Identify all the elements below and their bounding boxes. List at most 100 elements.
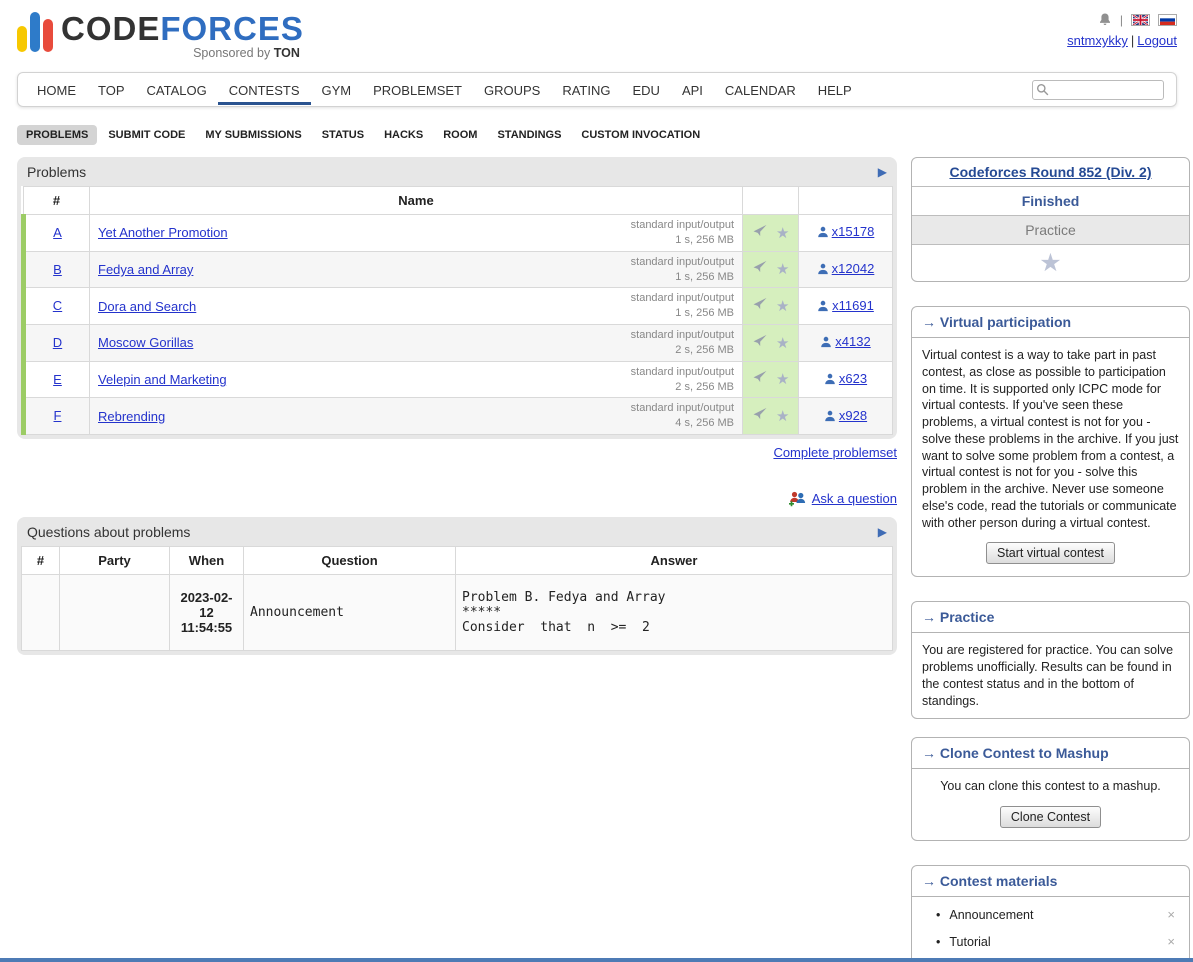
problem-name-link[interactable]: Dora and Search (98, 299, 196, 314)
practice-text: You are registered for practice. You can… (912, 633, 1189, 718)
problem-letter-link[interactable]: E (53, 372, 62, 387)
nav-item-catalog[interactable]: CATALOG (136, 74, 218, 105)
favorite-star-icon[interactable]: ★ (776, 335, 789, 352)
send-flag-icon[interactable] (752, 260, 768, 278)
notifications-bell-icon[interactable] (1098, 12, 1112, 27)
tab-custom-invocation[interactable]: CUSTOM INVOCATION (572, 125, 709, 145)
contest-title-link[interactable]: Codeforces Round 852 (Div. 2) (949, 164, 1151, 180)
problem-letter-link[interactable]: D (53, 335, 62, 350)
solved-user-icon (817, 263, 829, 278)
solved-count-link[interactable]: x12042 (832, 261, 875, 276)
nav-item-rating[interactable]: RATING (551, 74, 621, 105)
favorite-star-icon[interactable]: ★ (776, 225, 789, 242)
sidebar: Codeforces Round 852 (Div. 2) Finished P… (911, 157, 1190, 962)
tab-hacks[interactable]: HACKS (375, 125, 432, 145)
practice-box: → Practice You are registered for practi… (911, 601, 1190, 719)
problem-name-link[interactable]: Yet Another Promotion (98, 225, 228, 240)
send-flag-icon[interactable] (752, 297, 768, 315)
question-row: 2023-02-12 11:54:55 Announcement Problem… (22, 575, 893, 651)
nav-item-calendar[interactable]: CALENDAR (714, 74, 807, 105)
question-party-cell (60, 575, 170, 651)
problem-letter-link[interactable]: C (53, 298, 62, 313)
question-when-cell: 2023-02-12 11:54:55 (170, 575, 244, 651)
nav-item-gym[interactable]: GYM (311, 74, 363, 105)
favorite-star-icon[interactable]: ★ (776, 408, 789, 425)
expand-arrow-icon[interactable]: ▶ (878, 166, 887, 178)
logo-bars-icon (17, 10, 53, 52)
nav-item-help[interactable]: HELP (807, 74, 863, 105)
clone-contest-button[interactable]: Clone Contest (1000, 806, 1101, 828)
problem-name-link[interactable]: Rebrending (98, 409, 165, 424)
logo-text: CODEFORCES Sponsored by TON (61, 10, 304, 60)
questions-title: Questions about problems (27, 524, 190, 540)
complete-problemset-link[interactable]: Complete problemset (773, 445, 897, 460)
problem-letter-link[interactable]: B (53, 262, 62, 277)
search-input[interactable] (1032, 80, 1164, 100)
logout-link[interactable]: Logout (1137, 33, 1177, 48)
nav-item-api[interactable]: API (671, 74, 714, 105)
col-when: When (170, 547, 244, 575)
problem-name-link[interactable]: Velepin and Marketing (98, 372, 227, 387)
close-icon[interactable]: × (1167, 907, 1177, 922)
ask-question-row: Ask a question (17, 490, 897, 507)
logo-bar-blue (30, 12, 40, 52)
expand-arrow-icon[interactable]: ▶ (878, 526, 887, 538)
codeforces-logo[interactable]: CODEFORCES Sponsored by TON (17, 10, 304, 60)
sponsor-brand: TON (274, 46, 300, 60)
ask-question-icon (788, 490, 807, 507)
nav-item-contests[interactable]: CONTESTS (218, 74, 311, 105)
nav-item-top[interactable]: TOP (87, 74, 136, 105)
favorite-star-icon[interactable]: ★ (776, 371, 789, 388)
english-flag-icon[interactable] (1131, 14, 1150, 26)
username-link[interactable]: sntmxykky (1067, 33, 1128, 48)
favorite-star-icon[interactable]: ★ (776, 261, 789, 278)
solved-count-link[interactable]: x623 (839, 371, 867, 386)
problem-constraints: standard input/output2 s, 256 MB (631, 328, 734, 358)
ask-question-link[interactable]: Ask a question (812, 491, 897, 506)
close-icon[interactable]: × (1167, 934, 1177, 949)
material-announcement-link[interactable]: Announcement (949, 908, 1033, 922)
send-flag-icon[interactable] (752, 334, 768, 352)
tab-problems[interactable]: PROBLEMS (17, 125, 97, 145)
problem-constraints: standard input/output1 s, 256 MB (631, 291, 734, 321)
contest-title-row: Codeforces Round 852 (Div. 2) (912, 158, 1189, 187)
virtual-participation-caption: → Virtual participation (912, 307, 1189, 338)
solved-count-link[interactable]: x11691 (832, 298, 874, 313)
solved-user-icon (824, 373, 836, 388)
tab-status[interactable]: STATUS (313, 125, 373, 145)
tab-standings[interactable]: STANDINGS (488, 125, 570, 145)
solved-count-link[interactable]: x928 (839, 408, 867, 423)
problem-name-link[interactable]: Fedya and Array (98, 262, 193, 277)
tab-room[interactable]: ROOM (434, 125, 486, 145)
table-row: C Dora and Search standard input/output1… (24, 288, 893, 325)
material-tutorial-link[interactable]: Tutorial (949, 935, 990, 949)
practice-caption: → Practice (912, 602, 1189, 633)
nav-item-problemset[interactable]: PROBLEMSET (362, 74, 473, 105)
problem-name-link[interactable]: Moscow Gorillas (98, 335, 193, 350)
header-right: | sntmxykky|Logout (1067, 10, 1177, 60)
problem-letter-link[interactable]: F (54, 408, 62, 423)
russian-flag-icon[interactable] (1158, 14, 1177, 26)
tab-my-submissions[interactable]: MY SUBMISSIONS (196, 125, 310, 145)
logo-word-code: CODE (61, 10, 160, 47)
start-virtual-contest-button[interactable]: Start virtual contest (986, 542, 1115, 564)
send-flag-icon[interactable] (752, 224, 768, 242)
solved-count-link[interactable]: x4132 (835, 334, 870, 349)
main-menu: HOME TOP CATALOG CONTESTS GYM PROBLEMSET… (17, 72, 1177, 107)
nav-item-groups[interactable]: GROUPS (473, 74, 551, 105)
problem-constraints: standard input/output1 s, 256 MB (631, 218, 734, 248)
nav-item-edu[interactable]: EDU (621, 74, 670, 105)
contest-favorite-star-icon[interactable]: ★ (1039, 249, 1061, 277)
send-flag-icon[interactable] (752, 370, 768, 388)
problem-constraints: standard input/output2 s, 256 MB (631, 365, 734, 395)
tab-submit-code[interactable]: SUBMIT CODE (99, 125, 194, 145)
col-question-number: # (22, 547, 60, 575)
nav-item-home[interactable]: HOME (26, 74, 87, 105)
col-number: # (24, 187, 90, 215)
favorite-star-icon[interactable]: ★ (776, 298, 789, 315)
solved-count-link[interactable]: x15178 (832, 224, 875, 239)
contest-materials-box: → Contest materials • Announcement × • T… (911, 865, 1190, 962)
send-flag-icon[interactable] (752, 407, 768, 425)
logo-word-forces: FORCES (160, 10, 304, 47)
problem-letter-link[interactable]: A (53, 225, 62, 240)
